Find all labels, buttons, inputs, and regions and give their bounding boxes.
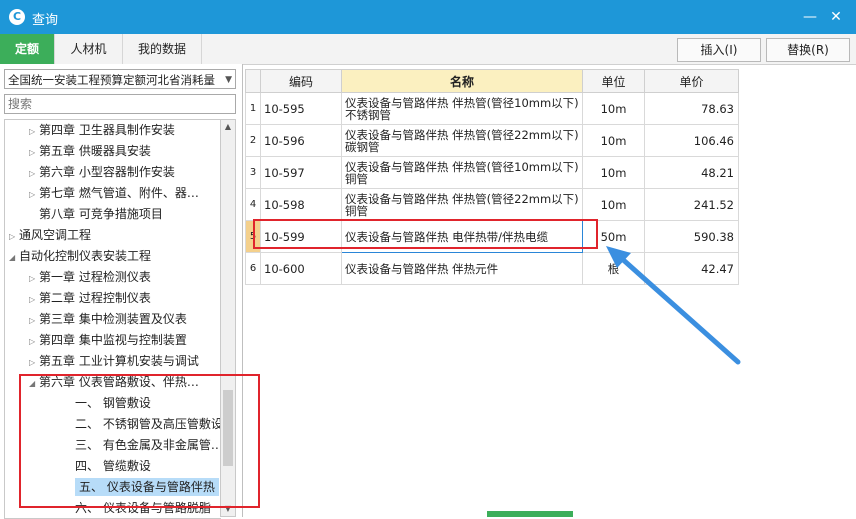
bottom-resize-handle[interactable] [487,511,573,517]
annotation-arrow-icon [606,246,741,365]
